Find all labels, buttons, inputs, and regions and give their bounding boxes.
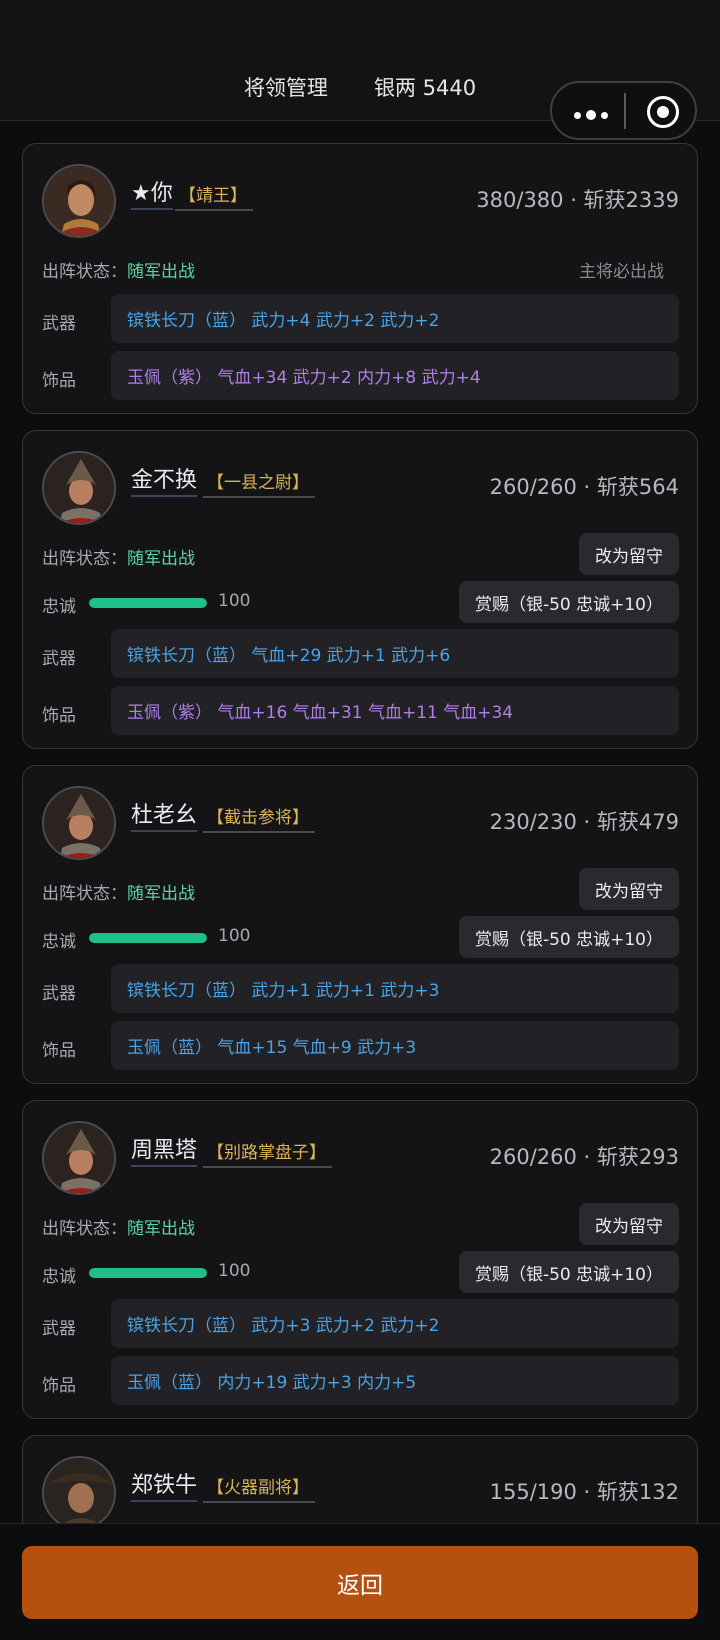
general-card: 周黑塔 【别路掌盘子】 260/260 · 斩获293 出阵状态：随军出战 改为…	[22, 1100, 698, 1419]
general-title: 【火器副将】	[203, 1478, 315, 1503]
general-avatar	[42, 1121, 116, 1195]
general-avatar	[42, 1456, 116, 1530]
general-name[interactable]: 杜老幺	[131, 804, 198, 832]
status-row: 出阵状态：随军出战	[42, 1214, 195, 1239]
reward-button[interactable]: 赏赐（银-50 忠诚+10）	[458, 916, 679, 958]
general-avatar	[42, 164, 116, 238]
weapon-label: 武器	[42, 649, 76, 669]
weapon-slot[interactable]: 镔铁长刀（蓝） 气血+29 武力+1 武力+6	[111, 629, 679, 678]
general-stats: 260/260 · 斩获564	[489, 475, 679, 499]
general-stats: 380/380 · 斩获2339	[476, 188, 679, 212]
status-label: 出阵状态：	[42, 884, 127, 904]
reward-button[interactable]: 赏赐（银-50 忠诚+10）	[458, 1251, 679, 1293]
close-target-icon[interactable]	[647, 96, 679, 128]
general-card: ★你 【靖王】 380/380 · 斩获2339 出阵状态：随军出战 主将必出战…	[22, 143, 698, 414]
loyalty-bar-fill	[89, 1268, 207, 1278]
general-list: ★你 【靖王】 380/380 · 斩获2339 出阵状态：随军出战 主将必出战…	[22, 143, 698, 1591]
general-name[interactable]: 郑铁牛	[131, 1474, 198, 1502]
weapon-label: 武器	[42, 984, 76, 1004]
general-title: 【别路掌盘子】	[203, 1143, 332, 1168]
general-title: 【截击参将】	[203, 808, 315, 833]
general-title: 【靖王】	[175, 186, 253, 211]
accessory-slot[interactable]: 玉佩（紫） 气血+34 武力+2 内力+8 武力+4	[111, 351, 679, 400]
status-value: 随军出战	[127, 549, 195, 569]
page-title: 将领管理	[243, 76, 328, 100]
set-garrison-button[interactable]: 改为留守	[579, 1203, 679, 1245]
loyalty-value: 100	[218, 591, 251, 611]
accessory-label: 饰品	[42, 371, 76, 391]
status-row: 出阵状态：随军出战	[42, 879, 195, 904]
status-label: 出阵状态：	[42, 1219, 127, 1239]
weapon-slot[interactable]: 镔铁长刀（蓝） 武力+1 武力+1 武力+3	[111, 964, 679, 1013]
back-button[interactable]: 返回	[22, 1546, 698, 1619]
app-root: 将领管理 银两 5440 ★你 【靖王】 380/380 · 斩获2339 出阵…	[0, 0, 720, 1640]
more-icon[interactable]	[574, 110, 608, 120]
general-stats: 260/260 · 斩获293	[489, 1145, 679, 1169]
status-row: 出阵状态：随军出战	[42, 544, 195, 569]
accessory-slot[interactable]: 玉佩（蓝） 内力+19 武力+3 内力+5	[111, 1356, 679, 1405]
general-stats: 230/230 · 斩获479	[489, 810, 679, 834]
weapon-label: 武器	[42, 1319, 76, 1339]
reward-button[interactable]: 赏赐（银-50 忠诚+10）	[458, 581, 679, 623]
silver-balance: 银两 5440	[373, 76, 477, 100]
loyalty-label: 忠诚	[42, 932, 76, 952]
loyalty-bar	[89, 1268, 207, 1278]
weapon-slot[interactable]: 镔铁长刀（蓝） 武力+4 武力+2 武力+2	[111, 294, 679, 343]
general-avatar	[42, 786, 116, 860]
status-value: 随军出战	[127, 262, 195, 282]
loyalty-value: 100	[218, 926, 251, 946]
weapon-label: 武器	[42, 314, 76, 334]
capsule-divider	[624, 93, 626, 129]
weapon-slot[interactable]: 镔铁长刀（蓝） 武力+3 武力+2 武力+2	[111, 1299, 679, 1348]
loyalty-bar	[89, 598, 207, 608]
mini-program-capsule	[550, 81, 697, 140]
status-value: 随军出战	[127, 884, 195, 904]
general-stats: 155/190 · 斩获132	[489, 1480, 679, 1504]
status-value: 随军出战	[127, 1219, 195, 1239]
general-card: 杜老幺 【截击参将】 230/230 · 斩获479 出阵状态：随军出战 改为留…	[22, 765, 698, 1084]
accessory-label: 饰品	[42, 1041, 76, 1061]
status-row: 出阵状态：随军出战	[42, 257, 195, 282]
loyalty-bar	[89, 933, 207, 943]
accessory-label: 饰品	[42, 706, 76, 726]
general-title: 【一县之尉】	[203, 473, 315, 498]
general-name[interactable]: 金不换	[131, 469, 198, 497]
loyalty-label: 忠诚	[42, 597, 76, 617]
general-avatar	[42, 451, 116, 525]
must-deploy-note: 主将必出战	[579, 262, 664, 282]
set-garrison-button[interactable]: 改为留守	[579, 533, 679, 575]
general-name[interactable]: ★你	[131, 182, 173, 210]
accessory-slot[interactable]: 玉佩（蓝） 气血+15 气血+9 武力+3	[111, 1021, 679, 1070]
accessory-label: 饰品	[42, 1376, 76, 1396]
top-bar: 将领管理 银两 5440	[0, 0, 720, 140]
loyalty-bar-fill	[89, 598, 207, 608]
loyalty-value: 100	[218, 1261, 251, 1281]
set-garrison-button[interactable]: 改为留守	[579, 868, 679, 910]
general-card: 金不换 【一县之尉】 260/260 · 斩获564 出阵状态：随军出战 改为留…	[22, 430, 698, 749]
status-label: 出阵状态：	[42, 549, 127, 569]
loyalty-label: 忠诚	[42, 1267, 76, 1287]
status-label: 出阵状态：	[42, 262, 127, 282]
bottom-bar: 返回	[0, 1523, 720, 1640]
loyalty-bar-fill	[89, 933, 207, 943]
general-name[interactable]: 周黑塔	[131, 1139, 198, 1167]
accessory-slot[interactable]: 玉佩（紫） 气血+16 气血+31 气血+11 气血+34	[111, 686, 679, 735]
